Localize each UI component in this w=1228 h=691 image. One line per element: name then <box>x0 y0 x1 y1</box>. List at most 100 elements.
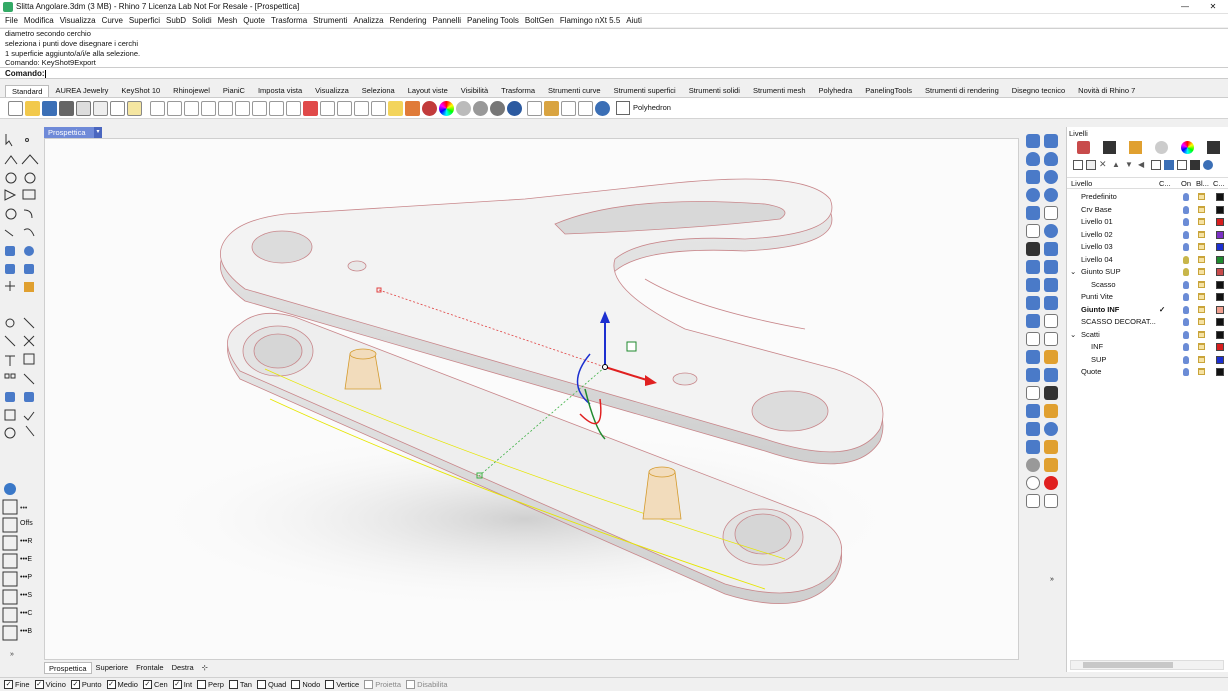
mesh-edit-icon[interactable] <box>1044 314 1058 328</box>
folder-tab-icon[interactable] <box>1129 141 1142 154</box>
layer-color-swatch[interactable] <box>1216 193 1224 201</box>
render-sphere-icon[interactable] <box>456 101 471 116</box>
cplane-icon[interactable] <box>337 101 352 116</box>
toolbar-tab[interactable]: Visibilità <box>455 85 495 97</box>
stamp-icon[interactable] <box>1044 350 1058 364</box>
layer-color-swatch[interactable] <box>1216 305 1224 314</box>
menu-item[interactable]: Trasforma <box>269 14 311 27</box>
lock-icon[interactable] <box>1198 193 1205 200</box>
lock-icon[interactable] <box>1198 355 1205 363</box>
osnap-option[interactable]: ✓ Vicino <box>34 678 66 691</box>
light-bulb-icon[interactable] <box>388 101 403 116</box>
solid-edit-icon[interactable] <box>1044 206 1058 220</box>
lock-icon[interactable] <box>1198 330 1205 338</box>
lock-icon[interactable] <box>1198 280 1205 288</box>
layer-color-swatch[interactable] <box>1216 218 1224 226</box>
group-icon[interactable] <box>561 101 576 116</box>
lock-icon[interactable] <box>1198 243 1205 250</box>
layer-row[interactable]: SUP <box>1067 354 1228 367</box>
menu-item[interactable]: Analizza <box>351 14 387 27</box>
osnap-checkbox[interactable] <box>256 680 266 689</box>
layers-tab-icon[interactable] <box>1077 141 1090 154</box>
twist-icon[interactable] <box>1026 368 1040 382</box>
open-file-icon[interactable] <box>25 101 40 116</box>
light-bulb-icon[interactable] <box>1183 318 1189 326</box>
zoom-selected-icon[interactable] <box>252 101 267 116</box>
layer-color-swatch[interactable] <box>1216 255 1224 264</box>
select-icon[interactable] <box>303 101 318 116</box>
layer-row[interactable]: Giunto INF ✓ <box>1067 304 1228 317</box>
layer-row[interactable]: Crv Base <box>1067 204 1228 217</box>
globe-icon[interactable] <box>1044 422 1058 436</box>
solid-shell-icon[interactable] <box>1026 224 1040 238</box>
paint-icon[interactable] <box>1026 422 1040 436</box>
materials-tab-icon[interactable] <box>1155 141 1168 154</box>
toolbar-tab[interactable]: Imposta vista <box>252 85 309 97</box>
polyhedron-icon[interactable] <box>616 101 630 115</box>
osnap-checkbox[interactable]: ✓ <box>106 680 116 689</box>
toolbar-tab[interactable]: Disegno tecnico <box>1006 85 1072 97</box>
lock-icon[interactable] <box>1198 218 1205 225</box>
solid-cylinder-icon[interactable] <box>1026 170 1040 184</box>
osnap-option[interactable]: ✓ Fine <box>4 678 30 691</box>
viewport-tab[interactable]: Superiore <box>92 662 133 674</box>
more-tools-icon[interactable]: » <box>1050 576 1054 583</box>
layer-row[interactable]: Livello 04 <box>1067 254 1228 267</box>
print-icon[interactable] <box>59 101 74 116</box>
bend-icon[interactable] <box>1044 368 1058 382</box>
light-bulb-icon[interactable] <box>1183 268 1189 276</box>
lock-icon[interactable] <box>1198 255 1205 263</box>
menu-item[interactable]: Visualizza <box>58 14 100 27</box>
menu-item[interactable]: Solidi <box>190 14 216 27</box>
gumball-move-icon[interactable] <box>1026 242 1040 256</box>
toolbar-tab[interactable]: Strumenti curve <box>542 85 608 97</box>
rotate-view-icon[interactable] <box>184 101 199 116</box>
osnap-option[interactable]: Proietta <box>364 678 401 691</box>
list-icon[interactable] <box>1026 386 1040 400</box>
toolbar-tab[interactable]: Polyhedra <box>813 85 860 97</box>
layer-color-swatch[interactable] <box>1216 330 1224 339</box>
layer-row[interactable]: Punti Vite <box>1067 291 1228 304</box>
solid-sphere-icon[interactable] <box>1044 170 1058 184</box>
solid-intersect-icon[interactable] <box>1044 278 1058 292</box>
osnap-checkbox[interactable] <box>228 680 238 689</box>
osnap-checkbox[interactable]: ✓ <box>70 680 80 689</box>
osnap-checkbox[interactable] <box>406 680 416 689</box>
light-bulb-icon[interactable] <box>1183 343 1189 351</box>
col-lock[interactable]: Bl... <box>1196 179 1209 188</box>
display-tab-icon[interactable] <box>1103 141 1116 154</box>
viewport-title-tab[interactable]: Prospettica ▾ <box>44 127 102 138</box>
lock-icon[interactable] <box>1198 205 1205 213</box>
zoom-extents-icon[interactable] <box>235 101 250 116</box>
zoom-icon[interactable] <box>201 101 216 116</box>
tools-icon[interactable] <box>1044 386 1058 400</box>
toolbar-tab[interactable]: Strumenti di rendering <box>919 85 1006 97</box>
toolbar-tab[interactable]: Standard <box>5 85 50 97</box>
snapshot-icon[interactable] <box>1026 440 1040 454</box>
col-color[interactable]: C... <box>1213 179 1225 188</box>
grid-snap-icon[interactable] <box>320 101 335 116</box>
light-bulb-icon[interactable] <box>1183 205 1189 214</box>
move-up-icon[interactable]: ▲ <box>1112 160 1122 170</box>
viewport-tab[interactable]: Prospettica <box>44 662 92 674</box>
mesh-plane-icon[interactable] <box>1026 314 1040 328</box>
layer-color-swatch[interactable] <box>1216 280 1224 289</box>
layer-row[interactable]: ⌄ Scatti <box>1067 329 1228 342</box>
toolbar-tab[interactable]: Trasforma <box>495 85 542 97</box>
light-bulb-icon[interactable] <box>1183 305 1189 314</box>
solid-cone-icon[interactable] <box>1026 152 1040 166</box>
toolbar-tab[interactable]: Seleziona <box>356 85 402 97</box>
four-viewports-icon[interactable] <box>286 101 301 116</box>
light-bulb-icon[interactable] <box>1183 193 1189 201</box>
new-layer-icon[interactable] <box>1073 160 1083 170</box>
lock-icon[interactable] <box>1198 230 1205 238</box>
toolbar-tab[interactable]: AUREA Jewelry <box>49 85 115 97</box>
layer-row[interactable]: INF <box>1067 341 1228 354</box>
osnap-option[interactable]: Perp <box>197 678 224 691</box>
current-layer-check-icon[interactable]: ✓ <box>1159 305 1165 314</box>
light-bulb-icon[interactable] <box>1183 330 1189 339</box>
osnap-checkbox[interactable] <box>364 680 374 689</box>
layer-row[interactable]: Quote <box>1067 366 1228 379</box>
properties-tab-icon[interactable] <box>1207 141 1220 154</box>
viewport-tab[interactable]: Destra <box>168 662 198 674</box>
